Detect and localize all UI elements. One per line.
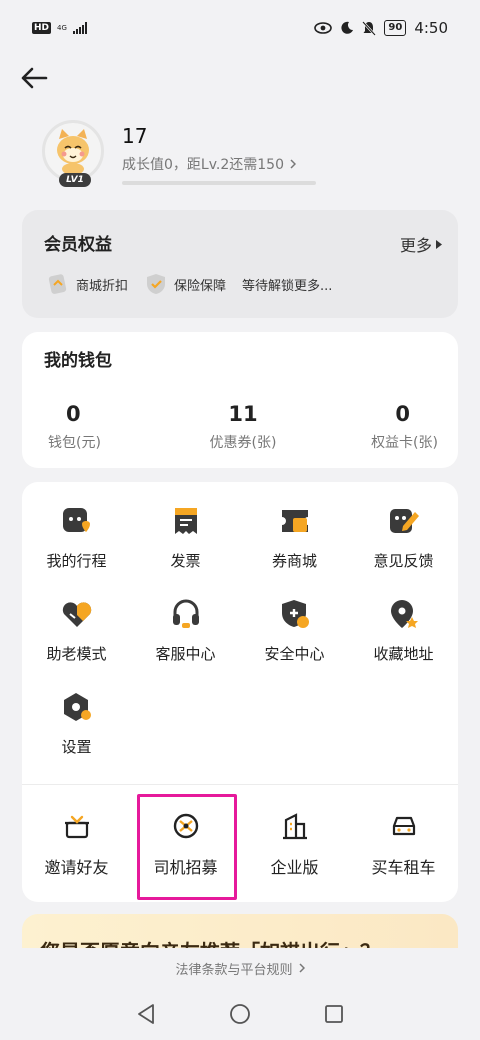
service-invite-friends[interactable]: 邀请好友 (22, 812, 131, 878)
services-divider (22, 784, 458, 785)
service-safety-center[interactable]: 安全中心 (240, 597, 349, 664)
member-more-link[interactable]: 更多 (400, 232, 442, 256)
status-bar: HD 4G 90 4:50 (0, 0, 480, 56)
benefit-insurance[interactable]: 保险保障 (144, 272, 226, 296)
service-label: 设置 (61, 738, 92, 756)
service-enterprise[interactable]: 企业版 (240, 812, 349, 878)
service-feedback[interactable]: 意见反馈 (349, 504, 458, 571)
service-label: 助老模式 (46, 645, 107, 663)
moon-icon (341, 21, 354, 34)
benefit-label: 商城折扣 (76, 278, 129, 294)
member-title: 会员权益 (44, 235, 112, 255)
coupon-mall-icon (281, 510, 308, 532)
benefit-label: 保险保障 (174, 278, 227, 294)
service-label: 收藏地址 (373, 645, 434, 663)
service-label: 安全中心 (264, 645, 325, 663)
caret-right-icon (436, 239, 442, 249)
service-label: 司机招募 (153, 858, 218, 877)
member-benefits-card[interactable]: 会员权益 更多 商城折扣 保险保障 等待解锁更多... (22, 210, 458, 318)
legal-text: 法律条款与平台规则 (175, 962, 293, 978)
wallet-coupons-label: 优惠券(张) (209, 435, 277, 451)
wallet-balance-label: 钱包(元) (48, 435, 101, 451)
wallet-cards[interactable]: 0 权益卡(张) (328, 402, 438, 452)
settings-icon (63, 693, 91, 721)
feedback-icon (389, 509, 419, 533)
discount-tag-icon (48, 274, 67, 294)
headset-icon (172, 599, 199, 628)
shield-icon (281, 600, 309, 628)
back-button[interactable] (16, 60, 52, 96)
benefit-label: 等待解锁更多... (242, 278, 333, 294)
trip-icon (62, 508, 90, 532)
profile-header[interactable]: LV1 17 成长值0，距Lv.2还需150 (42, 120, 442, 200)
service-coupon-mall[interactable]: 券商城 (240, 504, 349, 571)
service-buy-rent-car[interactable]: 买车租车 (349, 812, 458, 878)
cat-avatar-icon (57, 129, 89, 175)
service-invoice[interactable]: 发票 (131, 504, 240, 571)
system-nav-bar (0, 988, 480, 1040)
service-label: 券商城 (271, 552, 317, 570)
service-label: 客服中心 (155, 645, 216, 663)
insurance-shield-icon (147, 274, 166, 294)
service-label: 我的行程 (46, 552, 107, 570)
network-type: 4G (57, 23, 67, 32)
mute-bell-icon (362, 20, 377, 36)
growth-text: 成长值0，距Lv.2还需150 (122, 157, 284, 173)
car-icon (392, 816, 415, 836)
service-label: 发票 (170, 552, 201, 570)
wallet-balance[interactable]: 0 钱包(元) (48, 402, 158, 452)
wallet-cards-value: 0 (395, 402, 410, 426)
level-badge: LV1 (59, 173, 91, 187)
hd-badge: HD (32, 22, 52, 34)
building-icon (282, 813, 307, 840)
signal-icon (72, 22, 87, 34)
invoice-icon (174, 508, 197, 534)
nav-recents-icon[interactable] (324, 1004, 344, 1024)
wallet-coupons-value: 11 (228, 402, 258, 426)
more-label: 更多 (399, 236, 432, 255)
nav-back-icon[interactable] (136, 1003, 156, 1025)
eye-icon (314, 22, 333, 34)
growth-progress-bar (122, 181, 316, 185)
steering-wheel-icon (173, 813, 198, 839)
user-phone: 17 (122, 124, 148, 148)
elder-mode-icon (62, 602, 91, 627)
service-elder-mode[interactable]: 助老模式 (22, 597, 131, 664)
service-customer-center[interactable]: 客服中心 (131, 597, 240, 664)
wallet-coupons[interactable]: 11 优惠券(张) (188, 402, 298, 452)
service-label: 意见反馈 (373, 552, 434, 570)
benefit-mall-discount[interactable]: 商城折扣 (46, 272, 128, 296)
service-my-trips[interactable]: 我的行程 (22, 504, 131, 571)
wallet-cards-label: 权益卡(张) (371, 435, 438, 451)
service-settings[interactable]: 设置 (22, 690, 131, 757)
legal-terms-link[interactable]: 法律条款与平台规则 (0, 948, 480, 988)
service-label: 企业版 (270, 858, 319, 877)
wallet-balance-value: 0 (66, 402, 81, 426)
service-label: 买车租车 (371, 858, 436, 877)
wallet-title: 我的钱包 (44, 351, 112, 371)
service-label: 邀请好友 (44, 858, 109, 877)
growth-info[interactable]: 成长值0，距Lv.2还需150 (122, 154, 296, 174)
arrow-left-icon (21, 67, 48, 89)
chevron-right-icon (290, 159, 296, 169)
wallet-card: 我的钱包 0 钱包(元) 11 优惠券(张) 0 权益卡(张) (22, 332, 458, 468)
chevron-right-icon (298, 963, 305, 973)
location-pin-icon (390, 600, 418, 628)
avatar[interactable]: LV1 (42, 120, 104, 187)
service-driver-recruitment[interactable]: 司机招募 (131, 812, 240, 878)
clock: 4:50 (414, 19, 448, 37)
nav-home-icon[interactable] (229, 1003, 251, 1025)
gift-icon (64, 815, 89, 839)
benefit-more-locked: 等待解锁更多... (242, 275, 332, 294)
services-card: 我的行程 发票 券商城 意见反馈 助老模式 客服中心 安全中心 收藏地址 设置 … (22, 482, 458, 902)
service-saved-addresses[interactable]: 收藏地址 (349, 597, 458, 664)
battery-indicator: 90 (384, 20, 407, 36)
